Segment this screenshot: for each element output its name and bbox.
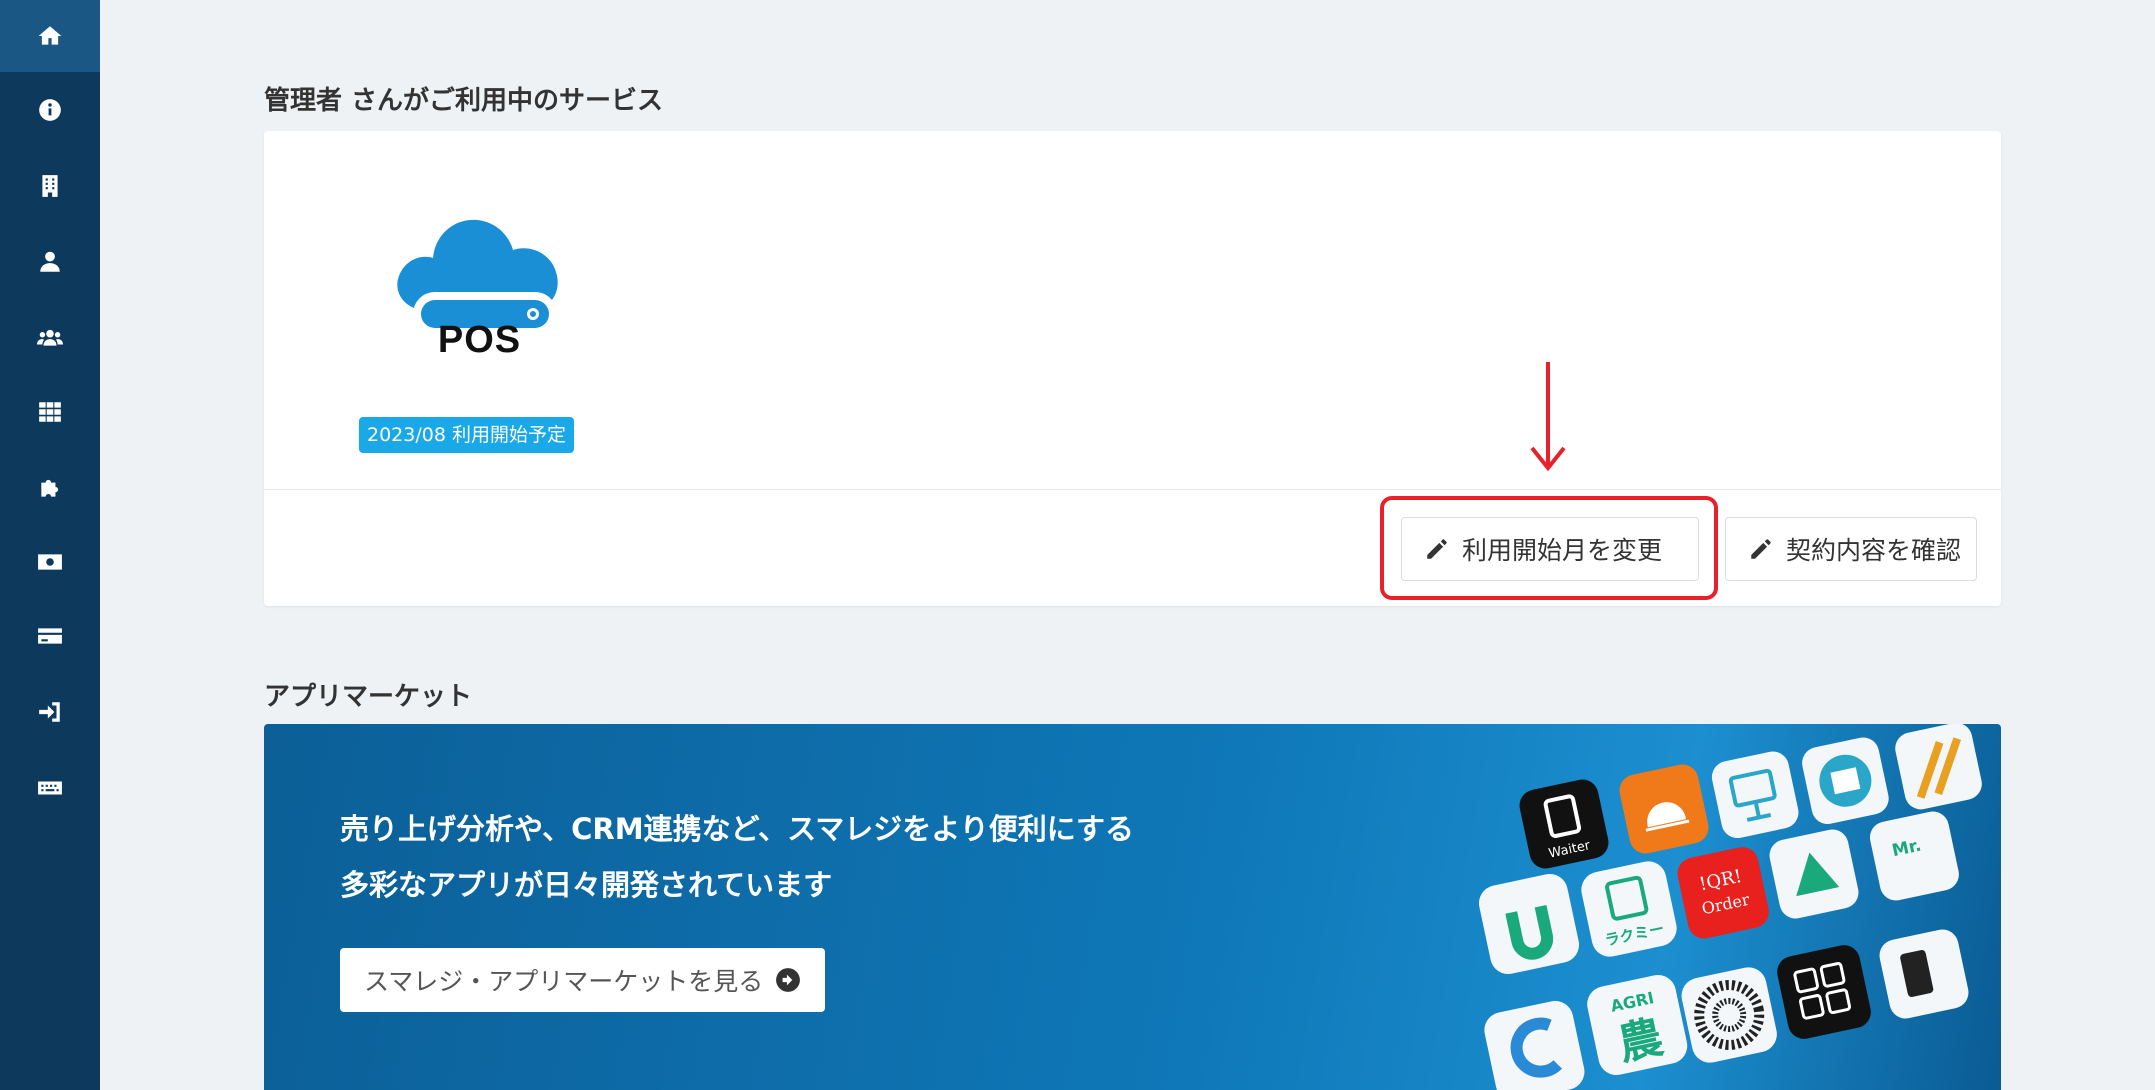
bell-app-icon bbox=[1619, 764, 1709, 854]
view-contract-label: 契約内容を確認 bbox=[1786, 536, 1962, 565]
credit-card-icon bbox=[38, 628, 62, 644]
app-market-heading: アプリマーケット bbox=[264, 682, 473, 712]
crm-c-app-icon bbox=[1484, 1000, 1585, 1090]
arrow-circle-right-icon bbox=[776, 968, 801, 992]
banner-text-line1: 売り上げ分析や、CRM連携など、スマレジをより便利にする bbox=[340, 812, 1134, 846]
waiter-app-icon: Waiter bbox=[1519, 779, 1609, 869]
kiosk-app-icon bbox=[1711, 751, 1799, 839]
users-icon bbox=[37, 329, 63, 346]
home-icon bbox=[38, 26, 62, 45]
sidebar-item-staff[interactable] bbox=[0, 302, 100, 374]
sidebar-item-user[interactable] bbox=[0, 226, 100, 298]
sign-in-icon bbox=[39, 702, 60, 722]
app-market-button-label: スマレジ・アプリマーケットを見る bbox=[364, 967, 764, 996]
register-app-icon bbox=[1802, 737, 1889, 825]
services-heading: 管理者 さんがご利用中のサービス bbox=[264, 86, 664, 116]
app-market-banner: 売り上げ分析や、CRM連携など、スマレジをより便利にする 多彩なアプリが日々開発… bbox=[264, 724, 2001, 1090]
pencil-icon bbox=[1751, 539, 1771, 559]
striped-app-icon bbox=[1895, 724, 1982, 810]
puzzle-icon bbox=[41, 479, 59, 497]
sidebar-item-store[interactable] bbox=[0, 150, 100, 222]
sidebar bbox=[0, 0, 100, 1090]
agri-app-icon: AGRI 農 bbox=[1587, 974, 1688, 1076]
sidebar-item-apps[interactable] bbox=[0, 376, 100, 448]
device-app-icon bbox=[1879, 929, 1969, 1019]
red-arrow-annotation bbox=[1530, 362, 1566, 472]
card-divider bbox=[264, 489, 2001, 490]
qr-order-app-icon: !QR! Order bbox=[1677, 847, 1769, 939]
sidebar-item-billing[interactable] bbox=[0, 526, 100, 598]
sidebar-item-home[interactable] bbox=[0, 0, 100, 72]
user-icon bbox=[40, 251, 60, 272]
app-market-button[interactable]: スマレジ・アプリマーケットを見る bbox=[340, 948, 826, 1012]
mr-app-icon: Mr. bbox=[1869, 811, 1959, 901]
pos-service-name: POS bbox=[437, 319, 522, 361]
rakumi-app-icon: ラクミー bbox=[1581, 861, 1677, 957]
triangle-app-icon bbox=[1769, 829, 1859, 919]
sunburst-app-icon bbox=[1681, 967, 1777, 1063]
grid-icon bbox=[39, 402, 61, 422]
sidebar-item-payment[interactable] bbox=[0, 600, 100, 672]
keyboard-icon bbox=[38, 781, 62, 795]
smaregi-s-app-icon bbox=[1478, 873, 1580, 975]
sidebar-item-addons[interactable] bbox=[0, 452, 100, 524]
sidebar-item-login[interactable] bbox=[0, 676, 100, 748]
pos-service-card: POS 2023/08 利用開始予定 利用開始月を変更 契約内容を確認 bbox=[264, 131, 2001, 606]
view-contract-button[interactable]: 契約内容を確認 bbox=[1725, 517, 1977, 581]
money-icon bbox=[38, 554, 62, 570]
sidebar-item-info[interactable] bbox=[0, 74, 100, 146]
sidebar-item-terminal[interactable] bbox=[0, 752, 100, 824]
status-badge: 2023/08 利用開始予定 bbox=[359, 417, 574, 453]
building-icon bbox=[42, 175, 58, 197]
banner-text-line2: 多彩なアプリが日々開発されています bbox=[340, 868, 833, 902]
highlight-annotation bbox=[1380, 496, 1718, 600]
app-icons-collage: Waiter ラクミー !QR! Order Mr. AGRI 農 bbox=[1478, 724, 1982, 1090]
info-icon bbox=[39, 99, 61, 121]
dashboard-app-icon bbox=[1777, 945, 1871, 1039]
